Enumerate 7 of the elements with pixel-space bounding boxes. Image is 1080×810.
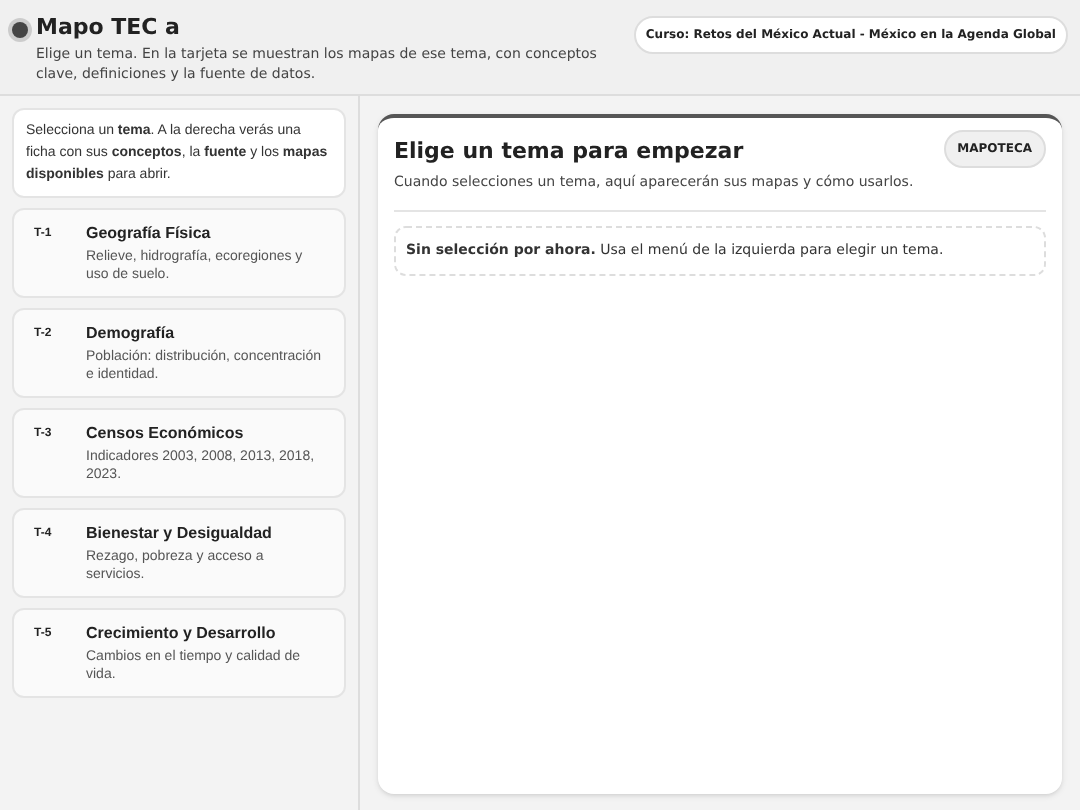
topic-title: Geografía Física bbox=[86, 224, 213, 244]
topic-title: Demografía bbox=[86, 324, 177, 344]
topic-title: Crecimiento y Desarrollo bbox=[86, 624, 278, 644]
topic-title: Bienestar y Desigualdad bbox=[86, 524, 274, 544]
topic-title: Censos Económicos bbox=[86, 424, 246, 444]
app-title: Mapo TEC a bbox=[36, 14, 182, 40]
panel-title: Elige un tema para empezar bbox=[394, 136, 744, 168]
